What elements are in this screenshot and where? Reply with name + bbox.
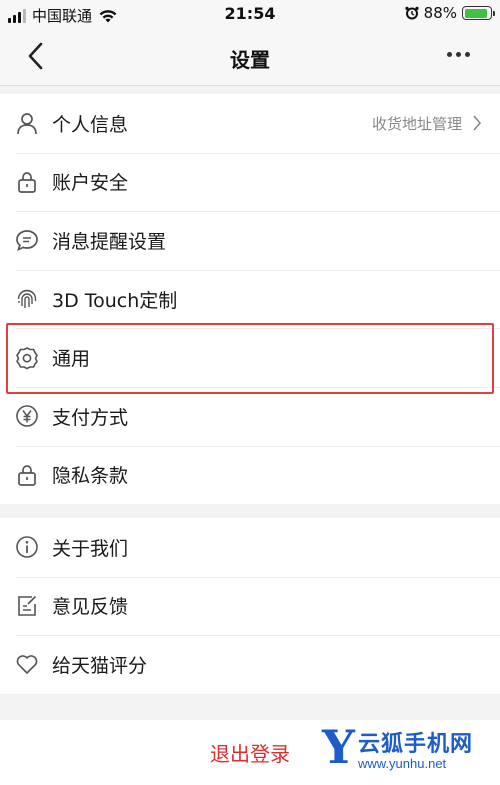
row-label: 给天猫评分 [52,654,148,677]
status-bar: 中国联通 21:54 88% [0,0,500,28]
chevron-right-icon [473,115,482,131]
address-management-hint: 收货地址管理 [371,114,462,133]
row-message-notifications[interactable]: 消息提醒设置 [0,211,500,270]
row-rate-tmall[interactable]: 给天猫评分 [0,635,500,694]
gear-icon [14,345,40,371]
row-label: 隐私条款 [52,465,129,488]
watermark-logo: Y 云狐手机网 www.yunhu.net [322,722,500,782]
row-general[interactable]: 通用 [0,328,500,387]
row-about-us[interactable]: 关于我们 [0,518,500,577]
more-options-icon[interactable] [447,52,470,57]
row-payment-methods[interactable]: 支付方式 [0,386,500,446]
row-label: 3D Touch定制 [52,289,178,312]
row-label: 关于我们 [52,537,129,560]
row-label: 账户安全 [52,172,129,195]
battery-icon [462,6,495,20]
alarm-icon [405,6,419,20]
lock-icon [14,462,40,488]
fingerprint-icon [14,286,40,312]
heart-icon [14,651,40,677]
row-label: 通用 [52,348,91,371]
info-icon [14,534,40,560]
person-icon [14,110,40,136]
row-label: 消息提醒设置 [52,230,167,253]
watermark-name: 云狐手机网 [358,732,474,757]
row-3d-touch[interactable]: 3D Touch定制 [0,269,500,329]
status-right: 88% [405,4,495,22]
lock-icon [14,169,40,195]
row-label: 意见反馈 [52,596,129,619]
row-feedback[interactable]: 意见反馈 [0,576,500,636]
yen-icon [14,403,40,429]
message-icon [14,227,40,253]
row-privacy-terms[interactable]: 隐私条款 [0,445,500,505]
edit-icon [14,593,40,619]
row-label: 支付方式 [52,406,129,429]
battery-fill [464,8,487,18]
settings-group-main: 个人信息 收货地址管理 账户安全 消息提醒设置 3D Touch定制 通用 支付… [0,94,500,505]
row-personal-info[interactable]: 个人信息 收货地址管理 [0,94,500,153]
navigation-bar: 设置 [0,28,500,86]
battery-percent: 88% [423,4,457,22]
row-account-security[interactable]: 账户安全 [0,152,500,212]
settings-group-about: 关于我们 意见反馈 给天猫评分 [0,518,500,694]
page-title: 设置 [230,48,270,72]
settings-screen: 中国联通 21:54 88% 设置 个人信息 收货地址管理 账户安全 消息提醒设… [0,0,500,785]
row-accessory: 收货地址管理 [372,113,482,134]
row-label: 个人信息 [52,113,129,136]
watermark-url: www.yunhu.net [358,756,447,771]
watermark-letter: Y [322,720,355,774]
